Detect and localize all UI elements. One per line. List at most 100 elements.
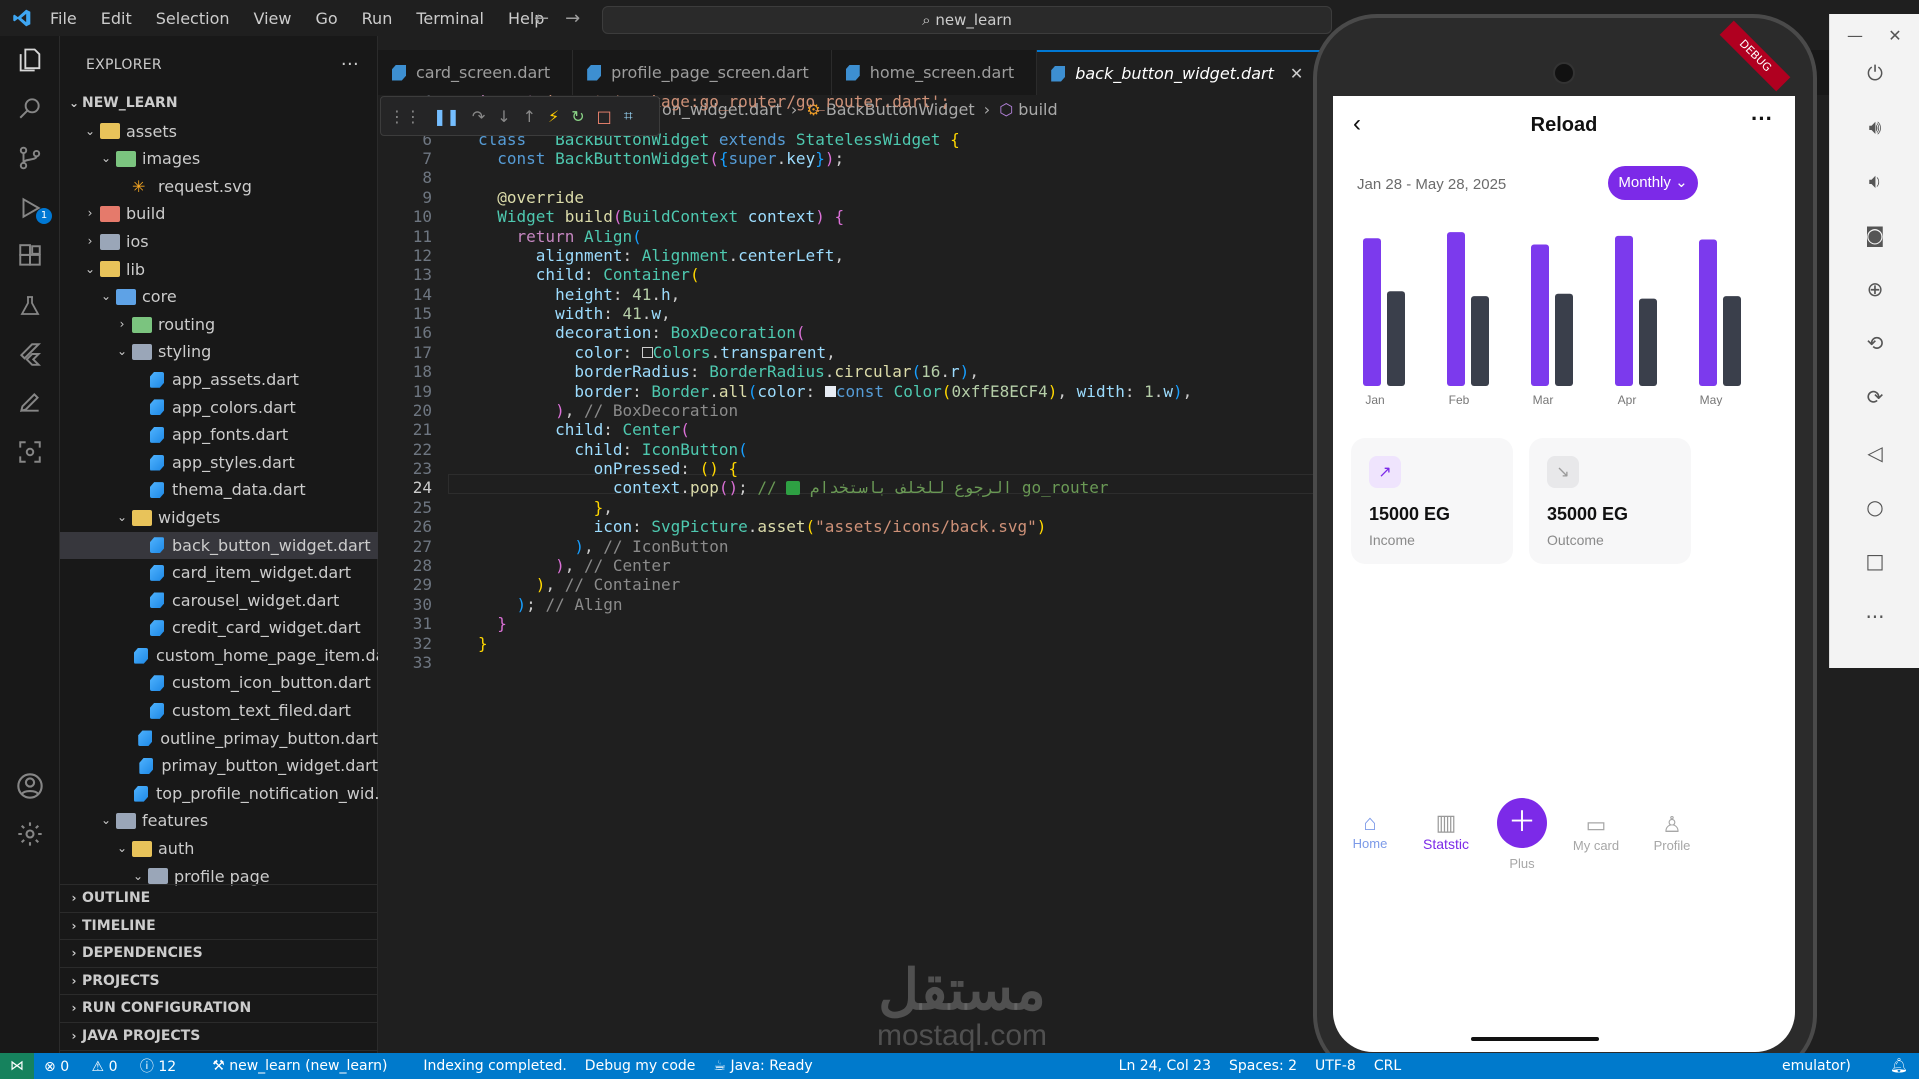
tree-item[interactable]: custom_icon_button.dart xyxy=(60,669,378,697)
step-out-icon[interactable]: ↑ xyxy=(523,107,536,126)
line-ending[interactable]: CRL xyxy=(1374,1058,1401,1074)
pen-icon[interactable] xyxy=(12,384,48,420)
more-options-icon[interactable]: ··· xyxy=(1751,106,1773,132)
tree-item[interactable]: app_styles.dart xyxy=(60,449,378,477)
problems-indicator[interactable]: ⊗ 0 ⚠ 0 ⓘ 12 xyxy=(44,1056,194,1076)
menu-go[interactable]: Go xyxy=(315,9,337,28)
rotate-left-icon[interactable]: ⟲ xyxy=(1856,324,1894,362)
sidebar-section[interactable]: › RUN CONFIGURATION xyxy=(60,995,378,1023)
minimize-icon[interactable]: — xyxy=(1836,16,1874,54)
home-indicator[interactable] xyxy=(1471,1037,1599,1041)
outcome-card[interactable]: ↘ 35000 EG Outcome xyxy=(1529,438,1691,564)
zoom-icon[interactable]: ⊕ xyxy=(1856,270,1894,308)
income-card[interactable]: ↗ 15000 EG Income xyxy=(1351,438,1513,564)
tree-item[interactable]: app_fonts.dart xyxy=(60,421,378,449)
sidebar-section[interactable]: › DEPENDENCIES xyxy=(60,940,378,968)
close-icon[interactable]: ✕ xyxy=(1876,16,1914,54)
tree-item[interactable]: ✳ request.svg xyxy=(60,173,378,201)
camera-icon[interactable]: ◙ xyxy=(1856,216,1894,254)
step-over-icon[interactable]: ↷ xyxy=(472,107,485,126)
stop-icon[interactable]: □ xyxy=(597,107,612,126)
testing-icon[interactable] xyxy=(12,288,48,324)
sidebar-section[interactable]: › JAVA PROJECTS xyxy=(60,1023,378,1051)
explorer-icon[interactable] xyxy=(12,42,48,78)
tree-item[interactable]: › build xyxy=(60,200,378,228)
menu-file[interactable]: File xyxy=(50,9,77,28)
cursor-position[interactable]: Ln 24, Col 23 xyxy=(1119,1058,1211,1074)
debug-indicator[interactable]: Debug my code xyxy=(585,1058,696,1074)
command-center-search[interactable]: ⌕ new_learn xyxy=(602,6,1332,34)
tree-item[interactable]: app_colors.dart xyxy=(60,394,378,422)
flutter-icon[interactable] xyxy=(12,336,48,372)
nav-home-icon[interactable]: ○ xyxy=(1856,488,1894,526)
tree-item[interactable]: outline_primay_button.dart xyxy=(60,725,378,753)
tree-item[interactable]: custom_home_page_item.dart xyxy=(60,642,378,670)
editor-tab[interactable]: back_button_widget.dart ✕ xyxy=(1037,50,1327,95)
forward-arrow-icon[interactable]: → xyxy=(565,8,596,29)
nav-statistic[interactable]: ▥ Statstic xyxy=(1411,810,1481,852)
editor-tab[interactable]: card_screen.dart xyxy=(378,50,574,95)
encoding[interactable]: UTF-8 xyxy=(1315,1058,1356,1074)
sidebar-section[interactable]: › OUTLINE xyxy=(60,885,378,913)
search-icon[interactable] xyxy=(12,90,48,126)
device-indicator[interactable]: emulator) xyxy=(1782,1058,1851,1074)
rotate-right-icon[interactable]: ⟳ xyxy=(1856,378,1894,416)
menu-run[interactable]: Run xyxy=(362,9,393,28)
menu-view[interactable]: View xyxy=(254,9,292,28)
tree-item[interactable]: thema_data.dart xyxy=(60,476,378,504)
tree-item[interactable]: ⌄ auth xyxy=(60,835,378,863)
account-icon[interactable] xyxy=(12,768,48,804)
volume-down-icon[interactable]: 🔉︎ xyxy=(1856,162,1894,200)
tree-item[interactable]: ⌄ assets xyxy=(60,118,378,146)
menu-selection[interactable]: Selection xyxy=(156,9,230,28)
power-icon[interactable]: ⏻ xyxy=(1856,54,1894,92)
source-control-icon[interactable] xyxy=(12,140,48,176)
tree-item[interactable]: credit_card_widget.dart xyxy=(60,614,378,642)
remote-icon[interactable]: ⋈ xyxy=(0,1053,34,1079)
nav-back-icon[interactable]: ◁ xyxy=(1856,434,1894,472)
back-arrow-icon[interactable]: ← xyxy=(534,8,565,29)
notifications-icon[interactable]: 🔔︎ xyxy=(1890,1058,1908,1074)
overview-icon[interactable]: □ xyxy=(1856,542,1894,580)
nav-my-card[interactable]: ▭ My card xyxy=(1561,812,1631,853)
tree-item[interactable]: top_profile_notification_wid... xyxy=(60,780,378,808)
menu-edit[interactable]: Edit xyxy=(101,9,132,28)
breadcrumb-method[interactable]: build xyxy=(1018,100,1057,119)
settings-gear-icon[interactable] xyxy=(12,816,48,852)
tree-item[interactable]: ⌄ widgets xyxy=(60,504,378,532)
remote-explorer-icon[interactable] xyxy=(12,434,48,470)
tree-item[interactable]: ⌄ styling xyxy=(60,338,378,366)
sidebar-section[interactable]: › PROJECTS xyxy=(60,968,378,996)
tree-item[interactable]: back_button_widget.dart xyxy=(60,531,378,560)
hot-reload-icon[interactable]: ⚡ xyxy=(548,107,559,126)
tree-item[interactable]: › ios xyxy=(60,228,378,256)
tree-item[interactable]: › routing xyxy=(60,311,378,339)
step-into-icon[interactable]: ↓ xyxy=(497,107,510,126)
pause-icon[interactable]: ❚❚ xyxy=(433,107,460,126)
drag-handle-icon[interactable]: ⋮⋮ xyxy=(389,107,421,126)
period-dropdown[interactable]: Monthly ⌄ xyxy=(1608,166,1698,200)
tree-item[interactable]: ⌄ images xyxy=(60,145,378,173)
nav-home[interactable]: ⌂ Home xyxy=(1335,810,1405,851)
restart-icon[interactable]: ↻ xyxy=(571,107,584,126)
inspect-widget-icon[interactable]: ⌗ xyxy=(624,106,633,126)
more-actions-icon[interactable]: ··· xyxy=(341,36,359,94)
tree-item[interactable]: carousel_widget.dart xyxy=(60,587,378,615)
menu-terminal[interactable]: Terminal xyxy=(416,9,484,28)
tree-item[interactable]: ⌄ features xyxy=(60,807,378,835)
editor-tab[interactable]: home_screen.dart xyxy=(832,50,1038,95)
run-debug-icon[interactable]: 1 xyxy=(12,190,52,226)
tree-item[interactable]: primay_button_widget.dart xyxy=(60,752,378,780)
java-status[interactable]: ☕ Java: Ready xyxy=(713,1058,830,1074)
tree-root[interactable]: ⌄ NEW_LEARN xyxy=(60,90,378,118)
tree-item[interactable]: card_item_widget.dart xyxy=(60,559,378,587)
tree-item[interactable]: app_assets.dart xyxy=(60,366,378,394)
extensions-icon[interactable] xyxy=(12,238,48,274)
volume-up-icon[interactable]: 🔊︎ xyxy=(1856,108,1894,146)
tree-item[interactable]: custom_text_filed.dart xyxy=(60,697,378,725)
more-icon[interactable]: ··· xyxy=(1856,598,1894,636)
plus-button[interactable]: ＋ xyxy=(1497,798,1547,848)
project-indicator[interactable]: ⚒ new_learn (new_learn) xyxy=(212,1058,405,1074)
tree-item[interactable]: ⌄ core xyxy=(60,283,378,311)
indentation[interactable]: Spaces: 2 xyxy=(1229,1058,1297,1074)
